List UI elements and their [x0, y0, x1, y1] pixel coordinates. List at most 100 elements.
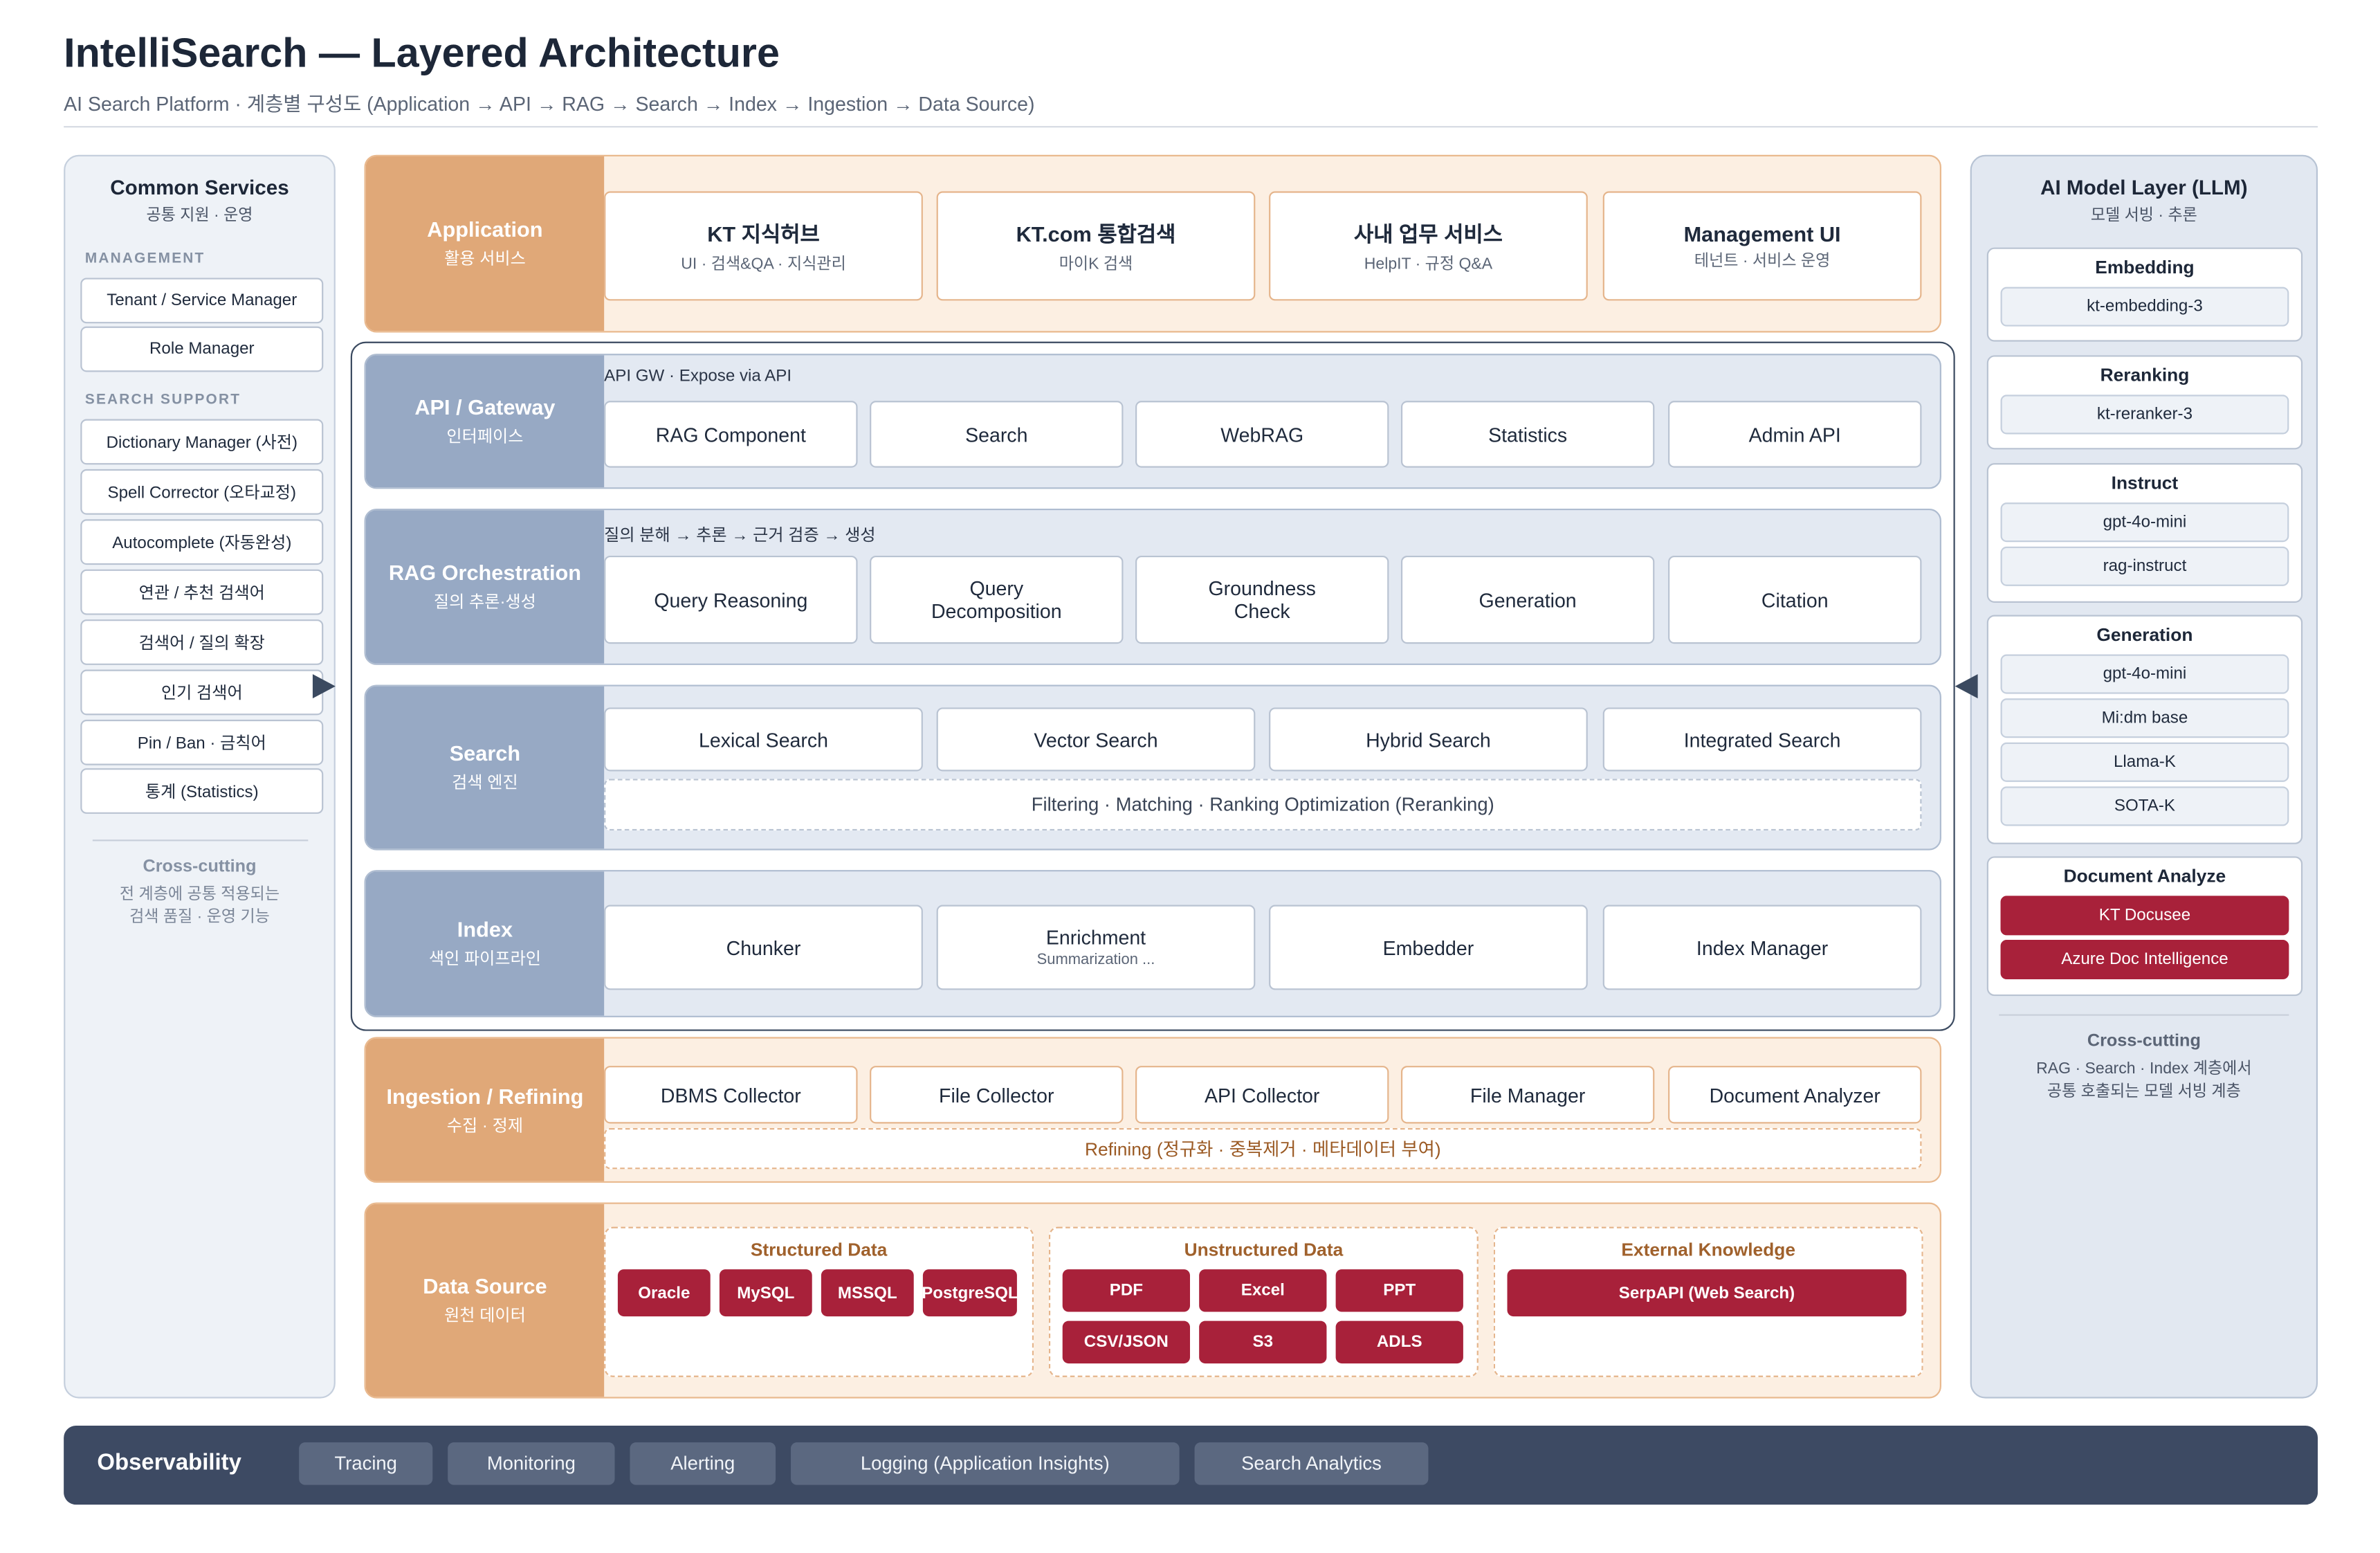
model-layer-title: AI Model Layer (LLM): [2040, 176, 2248, 199]
rag-groundness-check[interactable]: Groundness Check: [1135, 555, 1389, 644]
ingest-api-collector[interactable]: API Collector: [1135, 1066, 1389, 1124]
chip-adls[interactable]: ADLS: [1335, 1320, 1463, 1364]
chip-mysql[interactable]: MySQL: [719, 1269, 812, 1317]
obs-tracing[interactable]: Tracing: [299, 1442, 433, 1485]
ingest-document-analyzer[interactable]: Document Analyzer: [1668, 1066, 1922, 1124]
service-pin-ban[interactable]: Pin / Ban · 금칙어: [80, 719, 324, 765]
chip-ppt[interactable]: PPT: [1335, 1269, 1463, 1312]
cross-cutting-line1: 전 계층에 공통 적용되는: [119, 885, 280, 904]
model-group-title: Document Analyze: [2063, 865, 2226, 887]
model-cross-divider: [1999, 1014, 2289, 1016]
box-line1: Query Reasoning: [654, 588, 808, 612]
index-chunker[interactable]: Chunker: [604, 905, 923, 990]
service-related-keywords[interactable]: 연관 / 추천 검색어: [80, 569, 324, 615]
rag-generation[interactable]: Generation: [1400, 555, 1655, 644]
box-line1: Generation: [1479, 588, 1577, 612]
service-query-expansion[interactable]: 검색어 / 질의 확장: [80, 619, 324, 665]
service-autocomplete[interactable]: Autocomplete (자동완성): [80, 519, 324, 565]
rag-orchestration-layer: RAG Orchestration 질의 추론·생성 질의 분해 → 추론 → …: [364, 508, 1941, 665]
search-vector[interactable]: Vector Search: [936, 707, 1256, 772]
cross-cutting-divider: [92, 839, 309, 842]
page-title: IntelliSearch — Layered Architecture: [64, 30, 780, 76]
ingest-dbms-collector[interactable]: DBMS Collector: [604, 1066, 858, 1124]
service-spell-corrector[interactable]: Spell Corrector (오타교정): [80, 469, 324, 515]
box-line2: Decomposition: [931, 599, 1062, 623]
rag-layer-name: RAG Orchestration: [388, 560, 582, 585]
model-rag-instruct[interactable]: rag-instruct: [2000, 546, 2289, 586]
rag-query-decomposition[interactable]: Query Decomposition: [870, 555, 1124, 644]
datasource-layer-sub: 원천 데이터: [444, 1307, 526, 1326]
index-layer-name: Index: [457, 917, 513, 942]
structured-data-title: Structured Data: [750, 1239, 888, 1260]
model-kt-docusee[interactable]: KT Docusee: [2000, 896, 2289, 936]
service-tenant-manager[interactable]: Tenant / Service Manager: [80, 278, 324, 324]
arrow-left-icon: [1955, 674, 1978, 699]
index-manager[interactable]: Index Manager: [1602, 905, 1922, 990]
model-gpt-4o-mini-instruct[interactable]: gpt-4o-mini: [2000, 502, 2289, 543]
chip-postgresql[interactable]: PostgreSQL: [922, 1269, 1018, 1317]
api-tab: API / Gateway 인터페이스: [365, 355, 605, 488]
application-tab: Application 활용 서비스: [365, 156, 605, 332]
app-sub: 테넌트 · 서비스 운영: [1694, 251, 1831, 270]
rag-citation[interactable]: Citation: [1668, 555, 1922, 644]
rag-caption: 질의 분해 → 추론 → 근거 검증 → 생성: [604, 527, 876, 545]
box-sub: Summarization ...: [1036, 952, 1155, 969]
model-llama-k[interactable]: Llama-K: [2000, 742, 2289, 782]
model-group-instruct: Instruct gpt-4o-mini rag-instruct: [1986, 463, 2303, 603]
obs-monitoring[interactable]: Monitoring: [448, 1442, 615, 1485]
service-dictionary-manager[interactable]: Dictionary Manager (사전): [80, 419, 324, 465]
app-title: Management UI: [1683, 221, 1841, 246]
model-gpt-4o-mini[interactable]: gpt-4o-mini: [2000, 654, 2289, 694]
obs-search-analytics[interactable]: Search Analytics: [1194, 1442, 1429, 1485]
api-webrag[interactable]: WebRAG: [1135, 401, 1389, 468]
rag-query-reasoning[interactable]: Query Reasoning: [604, 555, 858, 644]
data-source-layer: Data Source 원천 데이터 Structured Data Oracl…: [364, 1202, 1941, 1399]
index-embedder[interactable]: Embedder: [1269, 905, 1588, 990]
arrow-right-icon: [312, 674, 336, 699]
application-layer: Application 활용 서비스 KT 지식허브 UI · 검색&QA · …: [364, 154, 1941, 333]
model-midm-base[interactable]: Mi:dm base: [2000, 698, 2289, 738]
model-kt-embedding[interactable]: kt-embedding-3: [2000, 287, 2289, 327]
chip-excel[interactable]: Excel: [1199, 1269, 1327, 1312]
search-lexical[interactable]: Lexical Search: [604, 707, 923, 772]
api-rag-component[interactable]: RAG Component: [604, 401, 858, 468]
chip-pdf[interactable]: PDF: [1062, 1269, 1191, 1312]
chip-oracle[interactable]: Oracle: [617, 1269, 711, 1317]
model-layer-subtitle: 모델 서빙 · 추론: [2090, 206, 2197, 225]
index-tab: Index 색인 파이프라인: [365, 871, 605, 1016]
chip-serpapi[interactable]: SerpAPI (Web Search): [1507, 1269, 1907, 1317]
unstructured-data-group: Unstructured Data PDF Excel PPT CSV/JSON…: [1048, 1226, 1479, 1377]
chip-mssql[interactable]: MSSQL: [821, 1269, 914, 1317]
application-layer-sub: 활용 서비스: [444, 250, 526, 269]
ingest-file-manager[interactable]: File Manager: [1400, 1066, 1655, 1124]
ingest-file-collector[interactable]: File Collector: [870, 1066, 1124, 1124]
chip-s3[interactable]: S3: [1199, 1320, 1327, 1364]
obs-logging[interactable]: Logging (Application Insights): [791, 1442, 1180, 1485]
index-enrichment[interactable]: Enrichment Summarization ...: [936, 905, 1256, 990]
page-subtitle: AI Search Platform · 계층별 구성도 (Applicatio…: [64, 92, 1035, 116]
model-sota-k[interactable]: SOTA-K: [2000, 786, 2289, 826]
search-integrated[interactable]: Integrated Search: [1602, 707, 1922, 772]
search-layer: Search 검색 엔진 Lexical Search Vector Searc…: [364, 684, 1941, 851]
search-hybrid[interactable]: Hybrid Search: [1269, 707, 1588, 772]
service-statistics[interactable]: 통계 (Statistics): [80, 768, 324, 814]
api-admin[interactable]: Admin API: [1668, 401, 1922, 468]
api-search[interactable]: Search: [870, 401, 1124, 468]
chip-csv-json[interactable]: CSV/JSON: [1062, 1320, 1191, 1364]
model-kt-reranker[interactable]: kt-reranker-3: [2000, 394, 2289, 435]
service-role-manager[interactable]: Role Manager: [80, 326, 324, 372]
model-cross-title: Cross-cutting: [2087, 1032, 2201, 1051]
service-popular-keywords[interactable]: 인기 검색어: [80, 669, 324, 716]
rag-tab: RAG Orchestration 질의 추론·생성: [365, 510, 605, 664]
app-kt-knowledge-hub[interactable]: KT 지식허브 UI · 검색&QA · 지식관리: [604, 191, 923, 301]
obs-alerting[interactable]: Alerting: [630, 1442, 776, 1485]
model-azure-doc-intelligence[interactable]: Azure Doc Intelligence: [2000, 940, 2289, 980]
search-layer-name: Search: [449, 741, 521, 765]
app-title: 사내 업무 서비스: [1353, 221, 1503, 246]
app-internal-service[interactable]: 사내 업무 서비스 HelpIT · 규정 Q&A: [1269, 191, 1588, 301]
api-statistics[interactable]: Statistics: [1400, 401, 1655, 468]
app-ktcom-search[interactable]: KT.com 통합검색 마이K 검색: [936, 191, 1256, 301]
box-title: Enrichment: [1045, 926, 1146, 950]
application-layer-name: Application: [427, 217, 543, 242]
app-management-ui[interactable]: Management UI 테넌트 · 서비스 운영: [1602, 191, 1922, 301]
